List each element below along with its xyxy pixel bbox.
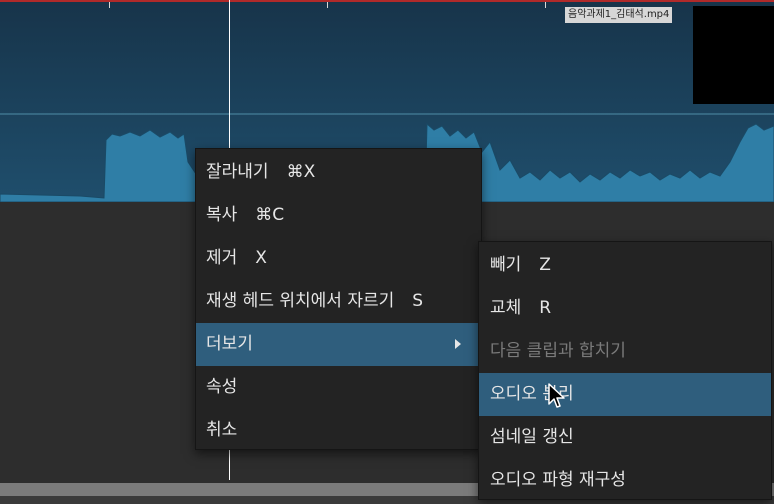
submenu-item-rebuild-waveform[interactable]: 오디오 파형 재구성 — [479, 459, 771, 502]
menu-item-shortcut: X — [255, 248, 267, 268]
submenu-item-subtract[interactable]: 빼기 Z — [479, 244, 771, 287]
menu-item-cancel[interactable]: 취소 — [196, 409, 481, 452]
menu-item-label: 섬네일 갱신 — [490, 427, 574, 447]
menu-item-label: 오디오 파형 재구성 — [490, 470, 626, 490]
clip-thumbnail — [693, 6, 774, 104]
menu-item-properties[interactable]: 속성 — [196, 366, 481, 409]
menu-item-shortcut: Z — [539, 255, 551, 275]
menu-item-remove[interactable]: 제거 X — [196, 237, 481, 280]
menu-item-shortcut: ⌘C — [255, 205, 285, 225]
menu-item-label: 더보기 — [206, 334, 253, 354]
more-submenu: 빼기 Z 교체 R 다음 클립과 합치기 오디오 분리 섬네일 갱신 오디오 파형 … — [478, 241, 772, 500]
menu-item-shortcut: S — [412, 291, 424, 311]
timeline-editor: 음악과제1_김태석.mp4 잘라내기 ⌘X 복사 ⌘C 제거 X 재생 헤드 위치에서… — [0, 0, 774, 504]
menu-item-label: 취소 — [206, 420, 238, 440]
menu-item-shortcut: ⌘X — [286, 162, 316, 182]
submenu-item-refresh-thumbnail[interactable]: 섬네일 갱신 — [479, 416, 771, 459]
menu-item-cut[interactable]: 잘라내기 ⌘X — [196, 151, 481, 194]
submenu-item-merge-next: 다음 클립과 합치기 — [479, 330, 771, 373]
menu-item-copy[interactable]: 복사 ⌘C — [196, 194, 481, 237]
mouse-cursor-icon — [548, 383, 565, 408]
clip-filename: 음악과제1_김태석.mp4 — [565, 7, 673, 23]
submenu-arrow-icon — [455, 339, 461, 349]
menu-item-label: 재생 헤드 위치에서 자르기 — [206, 291, 395, 311]
menu-item-label: 빼기 — [490, 255, 522, 275]
menu-item-shortcut: R — [539, 298, 552, 318]
ruler-tick — [327, 2, 328, 8]
submenu-item-detach-audio[interactable]: 오디오 분리 — [479, 373, 771, 416]
context-menu: 잘라내기 ⌘X 복사 ⌘C 제거 X 재생 헤드 위치에서 자르기 S 더보기 속성 취… — [195, 148, 482, 450]
menu-item-label: 복사 — [206, 205, 238, 225]
menu-item-label: 잘라내기 — [206, 162, 269, 182]
menu-item-label: 다음 클립과 합치기 — [490, 341, 626, 361]
ruler-tick — [545, 2, 546, 8]
submenu-item-replace[interactable]: 교체 R — [479, 287, 771, 330]
menu-item-label: 속성 — [206, 377, 238, 397]
menu-item-label: 교체 — [490, 298, 522, 318]
menu-item-more[interactable]: 더보기 — [196, 323, 481, 366]
ruler-tick — [109, 2, 110, 8]
menu-item-split-at-playhead[interactable]: 재생 헤드 위치에서 자르기 S — [196, 280, 481, 323]
menu-item-label: 제거 — [206, 248, 238, 268]
